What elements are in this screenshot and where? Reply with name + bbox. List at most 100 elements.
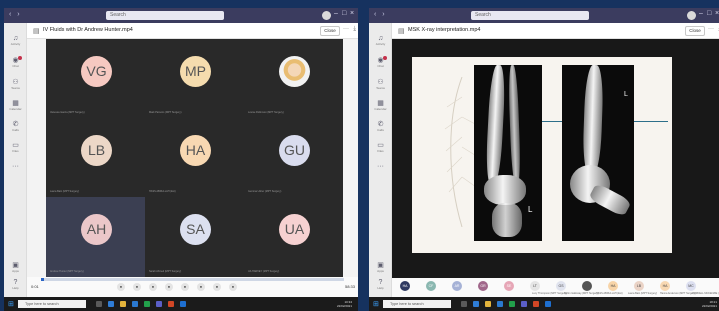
- close-button[interactable]: Close: [320, 26, 340, 36]
- rail-help[interactable]: ? Help: [8, 279, 23, 290]
- tibia-shape: [484, 65, 507, 186]
- calendar-icon: ▦: [12, 100, 19, 107]
- notification-dot: [383, 56, 387, 60]
- explorer-icon[interactable]: [120, 301, 126, 307]
- help-icon: ?: [378, 279, 383, 286]
- excel-icon[interactable]: [509, 301, 515, 307]
- control-speed-button[interactable]: ●: [197, 283, 205, 291]
- teams-taskbar-icon[interactable]: [521, 301, 527, 307]
- control-captions-button[interactable]: ●: [181, 283, 189, 291]
- minimize-button[interactable]: –: [334, 10, 338, 17]
- task-view-icon[interactable]: [96, 301, 102, 307]
- close-window-button[interactable]: ×: [350, 10, 354, 17]
- restore-button[interactable]: □: [342, 10, 346, 17]
- explorer-icon[interactable]: [485, 301, 491, 307]
- progress-track[interactable]: [41, 278, 344, 281]
- system-clock[interactable]: 18:21 22/02/2021: [702, 300, 717, 308]
- participant-avatar[interactable]: MC: [686, 281, 696, 291]
- title-bar: ‹ › Search – □ ×: [4, 8, 358, 23]
- rail-help[interactable]: ? Help: [373, 279, 388, 290]
- participant-name: Louise Robinson (MPT Surgery): [248, 111, 284, 114]
- xray-marker: L: [624, 91, 628, 98]
- participant-avatar[interactable]: LB: [634, 281, 644, 291]
- participant-avatar[interactable]: CF: [426, 281, 436, 291]
- file-icon: ▤: [33, 28, 40, 35]
- media-controls: ● ● ● ● ● ● ● ●: [117, 283, 247, 293]
- rail-calendar[interactable]: ▦ Calendar: [373, 99, 388, 111]
- excel-icon[interactable]: [144, 301, 150, 307]
- rail-apps[interactable]: ▣ Apps: [373, 261, 388, 273]
- edge-icon[interactable]: [108, 301, 114, 307]
- rail-label: Teams: [376, 86, 385, 90]
- rail-label: Help: [12, 286, 19, 290]
- participant-avatar[interactable]: [582, 281, 592, 291]
- taskbar-search[interactable]: Type here to search: [383, 300, 451, 308]
- rail-chat[interactable]: ◉ Chat: [373, 56, 388, 68]
- windows-start-icon[interactable]: ⊞: [8, 300, 14, 308]
- nav-arrows[interactable]: ‹ ›: [374, 11, 387, 18]
- search-input[interactable]: Search: [471, 11, 589, 20]
- rail-teams[interactable]: ⚇ Teams: [8, 78, 23, 90]
- file-header: ▤ IV Fluids with Dr Andrew Hunter.mp4 Cl…: [27, 23, 358, 39]
- xray-marker: L: [528, 205, 533, 214]
- edge-icon[interactable]: [473, 301, 479, 307]
- user-avatar[interactable]: [687, 11, 696, 20]
- control-full-button[interactable]: ●: [229, 283, 237, 291]
- outlook-icon[interactable]: [132, 301, 138, 307]
- profile-photo: [279, 56, 310, 87]
- task-view-icon[interactable]: [461, 301, 467, 307]
- search-input[interactable]: Search: [106, 11, 224, 20]
- more-apps-icon[interactable]: ···: [8, 163, 23, 170]
- close-window-button[interactable]: ×: [715, 10, 719, 17]
- powerpoint-icon[interactable]: [533, 301, 539, 307]
- rail-files[interactable]: ▭ Files: [373, 141, 388, 153]
- more-options-icon[interactable]: ···: [343, 26, 349, 32]
- participant-avatar[interactable]: HA: [660, 281, 670, 291]
- more-options-icon[interactable]: ···: [708, 26, 714, 32]
- minimize-button[interactable]: –: [699, 10, 703, 17]
- control-vol-button[interactable]: ●: [165, 283, 173, 291]
- word-icon[interactable]: [545, 301, 551, 307]
- rail-calendar[interactable]: ▦ Calendar: [8, 99, 23, 111]
- powerpoint-icon[interactable]: [168, 301, 174, 307]
- restore-button[interactable]: □: [707, 10, 711, 17]
- participant-avatar[interactable]: HA: [400, 281, 410, 291]
- participant-avatar[interactable]: LT: [530, 281, 540, 291]
- rail-label: Files: [12, 149, 19, 153]
- participant-tile: HA HASS ABDULLAH (Ext): [145, 118, 244, 197]
- nav-arrows[interactable]: ‹ ›: [9, 11, 22, 18]
- teams-taskbar-icon[interactable]: [156, 301, 162, 307]
- rail-activity[interactable]: ♫ Activity: [373, 35, 388, 46]
- participant-avatar[interactable]: AR: [452, 281, 462, 291]
- control-settings-button[interactable]: ●: [213, 283, 221, 291]
- more-apps-icon[interactable]: ···: [373, 163, 388, 170]
- clock-date: 22/02/2021: [336, 304, 352, 308]
- tibia-shape: [582, 65, 604, 176]
- control-fwd-button[interactable]: ●: [149, 283, 157, 291]
- user-avatar[interactable]: [322, 11, 331, 20]
- rail-teams[interactable]: ⚇ Teams: [373, 78, 388, 90]
- participant-avatar[interactable]: GR: [478, 281, 488, 291]
- rail-calls[interactable]: ✆ Calls: [8, 120, 23, 132]
- rail-activity[interactable]: ♫ Activity: [8, 35, 23, 46]
- progress-fill: [41, 278, 45, 281]
- rail-files[interactable]: ▭ Files: [8, 141, 23, 153]
- rail-chat[interactable]: ◉ Chat: [8, 56, 23, 68]
- participant-avatar[interactable]: SE: [504, 281, 514, 291]
- participant-avatar[interactable]: GS: [556, 281, 566, 291]
- word-icon[interactable]: [180, 301, 186, 307]
- windows-start-icon[interactable]: ⊞: [373, 300, 379, 308]
- close-button[interactable]: Close: [685, 26, 705, 36]
- outlook-icon[interactable]: [497, 301, 503, 307]
- participant-avatar[interactable]: HA: [608, 281, 618, 291]
- initials-avatar: GU: [279, 135, 310, 166]
- download-icon[interactable]: ⤓: [353, 26, 356, 33]
- taskbar-search[interactable]: Type here to search: [18, 300, 86, 308]
- control-play-button[interactable]: ●: [117, 283, 125, 291]
- rail-apps[interactable]: ▣ Apps: [8, 261, 23, 273]
- rail-calls[interactable]: ✆ Calls: [373, 120, 388, 132]
- files-icon: ▭: [377, 142, 384, 149]
- participant-caption: Laura Bain (MPT Surgery): [628, 292, 658, 295]
- control-back-button[interactable]: ●: [133, 283, 141, 291]
- system-clock[interactable]: 10:34 22/02/2021: [337, 300, 352, 308]
